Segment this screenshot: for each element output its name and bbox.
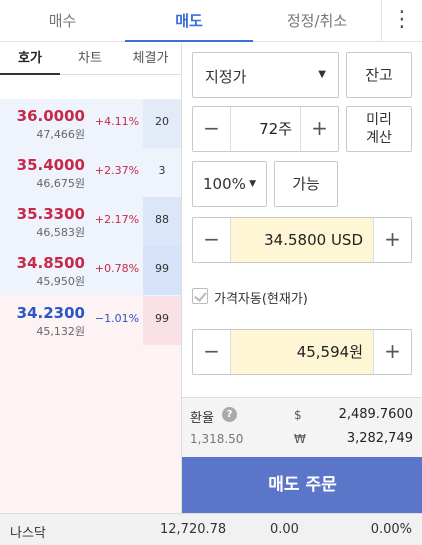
price-usd-input[interactable]: 34.5800 USD xyxy=(231,218,373,262)
sell-order-button[interactable]: 매도 주문 xyxy=(182,457,422,513)
available-button[interactable]: 가능 xyxy=(274,161,338,207)
checkbox-icon[interactable] xyxy=(192,288,208,304)
quantity-increase-button[interactable]: + xyxy=(300,107,338,151)
order-form: 지정가 ▼ 잔고 − 72주 + 미리 계산 100% ▼ 가능 − 34.58… xyxy=(181,43,422,513)
quote-change: +0.78% xyxy=(94,262,140,275)
quote-change: +2.37% xyxy=(94,164,140,177)
percent-select[interactable]: 100% ▼ xyxy=(192,161,267,207)
index-change: 0.00 xyxy=(270,522,299,537)
quote-row[interactable]: 35.4000 46,675원 +2.37% 3 xyxy=(0,148,181,197)
tab-quotes[interactable]: 호가 xyxy=(0,43,60,75)
quote-volume: 20 xyxy=(155,115,169,128)
auto-price-label: 가격자동(현재가) xyxy=(214,292,308,307)
price-krw-stepper: − 45,594원 + xyxy=(192,329,412,375)
quote-krw: 45,132원 xyxy=(36,325,85,338)
price-krw-decrease-button[interactable]: − xyxy=(193,330,231,374)
more-menu-icon[interactable]: ⋮ xyxy=(381,0,422,42)
chevron-down-icon: ▼ xyxy=(249,179,256,189)
index-ticker[interactable]: 나스닥 12,720.78 0.00 0.00% xyxy=(0,513,422,545)
quote-change: +4.11% xyxy=(94,115,140,128)
quantity-decrease-button[interactable]: − xyxy=(193,107,231,151)
percent-value: 100% xyxy=(203,175,246,193)
preview-calc-label-2: 계산 xyxy=(366,130,392,146)
exchange-rate-label: 환율 xyxy=(190,411,214,426)
price-increase-button[interactable]: + xyxy=(373,218,411,262)
quote-volume: 3 xyxy=(158,164,166,177)
usd-symbol: $ xyxy=(294,408,302,422)
tab-chart[interactable]: 차트 xyxy=(60,43,120,75)
index-name: 나스닥 xyxy=(10,526,46,541)
quote-row[interactable]: 35.3300 46,583원 +2.17% 88 xyxy=(0,197,181,246)
quote-subtabs: 호가 차트 체결가 xyxy=(0,43,181,75)
balance-button[interactable]: 잔고 xyxy=(346,52,412,98)
quote-volume: 99 xyxy=(155,262,169,275)
tab-sell[interactable]: 매도 xyxy=(125,0,253,42)
krw-symbol: ₩ xyxy=(294,432,306,446)
quote-krw: 46,675원 xyxy=(36,177,85,190)
quote-volume: 99 xyxy=(155,312,169,325)
index-percent: 0.00% xyxy=(370,522,412,537)
quote-change: −1.01% xyxy=(94,312,140,325)
quote-price: 35.4000 xyxy=(16,156,85,174)
index-value: 12,720.78 xyxy=(160,522,227,537)
quote-change: +2.17% xyxy=(94,213,140,226)
quote-price: 34.2300 xyxy=(16,304,85,322)
price-krw-input[interactable]: 45,594원 xyxy=(231,330,373,374)
quote-krw: 47,466원 xyxy=(36,128,85,141)
order-tabs: 매수 매도 정정/취소 ⋮ xyxy=(0,0,422,42)
quote-price: 36.0000 xyxy=(16,107,85,125)
tab-modify-cancel[interactable]: 정정/취소 xyxy=(253,0,381,42)
quote-row[interactable]: 34.8500 45,950원 +0.78% 99 xyxy=(0,246,181,295)
preview-calc-button[interactable]: 미리 계산 xyxy=(346,106,412,152)
quantity-stepper: − 72주 + xyxy=(192,106,339,152)
help-icon[interactable]: ? xyxy=(222,407,237,422)
quote-price: 35.3300 xyxy=(16,205,85,223)
price-krw-increase-button[interactable]: + xyxy=(373,330,411,374)
quote-price: 34.8500 xyxy=(16,254,85,272)
price-decrease-button[interactable]: − xyxy=(193,218,231,262)
quote-krw: 46,583원 xyxy=(36,226,85,239)
tab-buy[interactable]: 매수 xyxy=(0,0,125,42)
quote-panel: 호가 차트 체결가 36.0000 47,466원 +4.11% 20 35.4… xyxy=(0,43,181,513)
quantity-input[interactable]: 72주 xyxy=(231,107,300,151)
krw-total: 3,282,749 xyxy=(346,431,413,446)
quote-volume: 88 xyxy=(155,213,169,226)
price-usd-stepper: − 34.5800 USD + xyxy=(192,217,412,263)
chevron-down-icon: ▼ xyxy=(318,69,326,80)
tab-trades[interactable]: 체결가 xyxy=(120,43,181,75)
preview-calc-label-1: 미리 xyxy=(366,112,392,128)
order-type-select[interactable]: 지정가 ▼ xyxy=(192,52,339,98)
quote-row[interactable]: 36.0000 47,466원 +4.11% 20 xyxy=(0,99,181,148)
order-type-value: 지정가 xyxy=(205,68,247,86)
quote-krw: 45,950원 xyxy=(36,275,85,288)
usd-total: 2,489.7600 xyxy=(338,407,413,422)
exchange-rate-value: 1,318.50 xyxy=(190,432,244,446)
quote-row[interactable]: 34.2300 45,132원 −1.01% 99 xyxy=(0,296,181,345)
exchange-rate-panel: 환율 ? 1,318.50 $ 2,489.7600 ₩ 3,282,749 xyxy=(182,397,422,457)
